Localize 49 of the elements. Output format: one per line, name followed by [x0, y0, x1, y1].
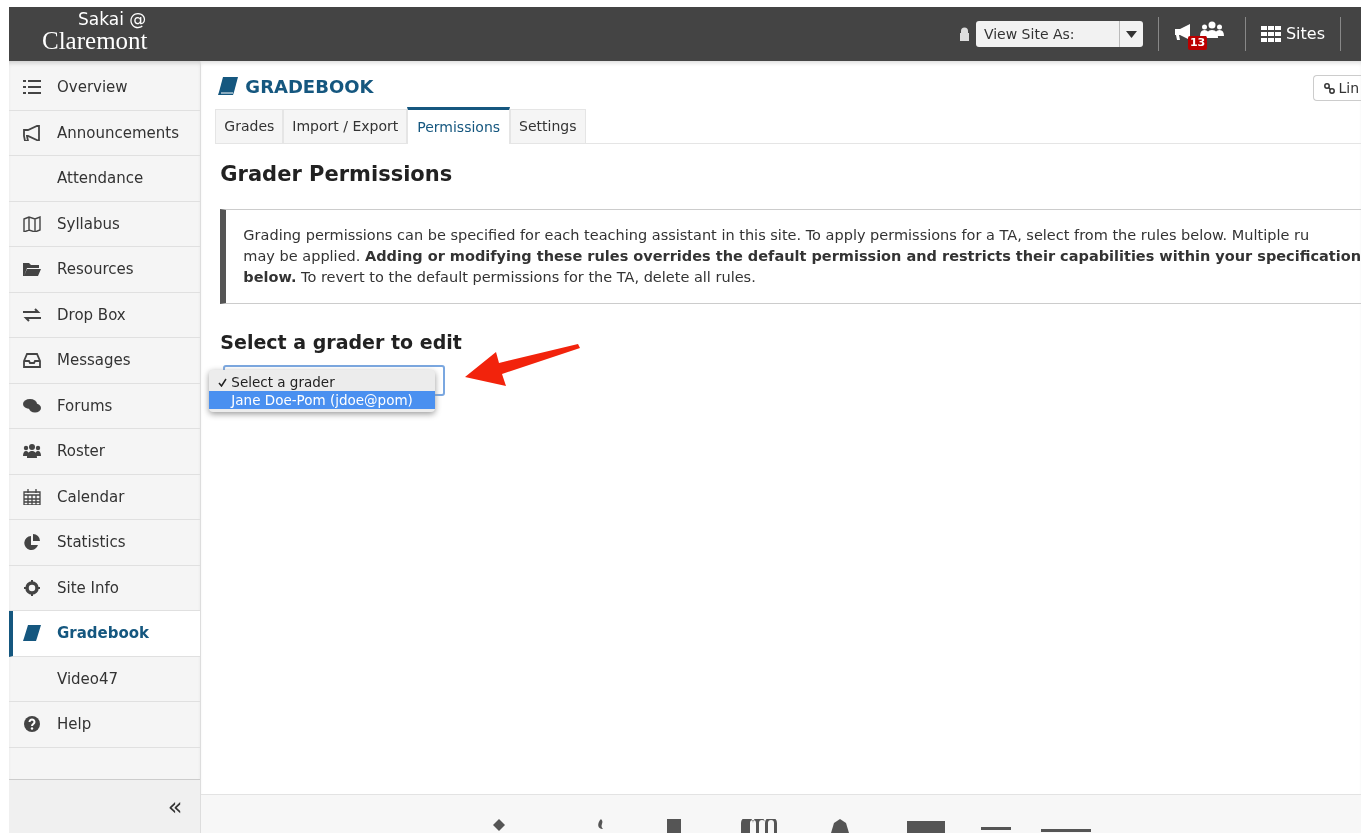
sidebar-item[interactable]: Forums	[9, 383, 201, 429]
list-icon	[23, 79, 41, 96]
section-heading: Select a grader to edit	[220, 329, 463, 355]
sidebar-item[interactable]: Calendar	[9, 474, 201, 520]
dropdown-option[interactable]: Select a grader	[209, 373, 436, 391]
sidebar-item[interactable]: Syllabus	[9, 201, 201, 247]
sidebar-item[interactable]: Statistics	[9, 520, 201, 566]
page-title: Grader Permissions	[220, 161, 454, 188]
calendar-icon	[23, 488, 41, 505]
checkmark-icon	[218, 377, 228, 387]
sites-button[interactable]: Sites	[1260, 22, 1325, 46]
collapse-sidebar-button[interactable]: «	[9, 779, 201, 833]
pie-chart-icon	[23, 534, 41, 551]
notification-badge: 13	[1187, 36, 1208, 50]
book-icon	[23, 625, 41, 642]
lock-icon	[958, 27, 970, 41]
tab[interactable]: Permissions	[407, 107, 511, 144]
people-icon[interactable]	[1199, 21, 1224, 39]
people-icon	[23, 443, 41, 460]
sidebar-item[interactable]: Attendance	[9, 156, 201, 202]
sidebar-item[interactable]: Drop Box	[9, 292, 201, 338]
exchange-icon	[23, 306, 41, 323]
logo-text[interactable]: Claremont	[42, 28, 148, 53]
book-icon	[218, 77, 239, 95]
sidebar-item[interactable]: Roster	[9, 429, 201, 475]
tab[interactable]: Settings	[510, 109, 586, 143]
megaphone-icon	[23, 124, 41, 141]
sidebar-item[interactable]: Announcements	[9, 110, 201, 156]
sidebar-item[interactable]: Messages	[9, 338, 201, 384]
tool-title: GRADEBOOK	[245, 74, 374, 99]
link-button[interactable]: Lin	[1313, 75, 1361, 101]
info-text: Grading permissions can be specified for each teaching assistant in this site. To apply permissions for a TA, select from the rules below. Multiple ru may be applied. Adding or modifying these rules overrides the default permission and restricts their capabilities within your specification below. To revert to the default permissions for the TA, delete all rules.	[243, 225, 1361, 287]
help-icon	[23, 716, 41, 733]
link-icon	[1324, 82, 1336, 94]
grid-icon	[1260, 26, 1281, 42]
sidebar-item[interactable]: Resources	[9, 247, 201, 293]
tab[interactable]: Import / Export	[283, 109, 408, 143]
chat-icon	[23, 397, 41, 414]
view-site-as-select[interactable]: View Site As:	[975, 21, 1143, 47]
caret-icon	[1125, 30, 1137, 38]
folder-icon	[23, 261, 41, 278]
inbox-icon	[23, 352, 41, 369]
map-icon	[23, 215, 41, 232]
sidebar-item[interactable]: Video47	[9, 656, 201, 702]
sidebar-item[interactable]: Help	[9, 702, 201, 748]
tab[interactable]: Grades	[215, 109, 284, 143]
sidebar-item[interactable]: Gradebook	[9, 611, 201, 657]
sidebar-item[interactable]: Overview	[9, 65, 201, 111]
logo-text[interactable]: Sakai @	[42, 11, 148, 28]
